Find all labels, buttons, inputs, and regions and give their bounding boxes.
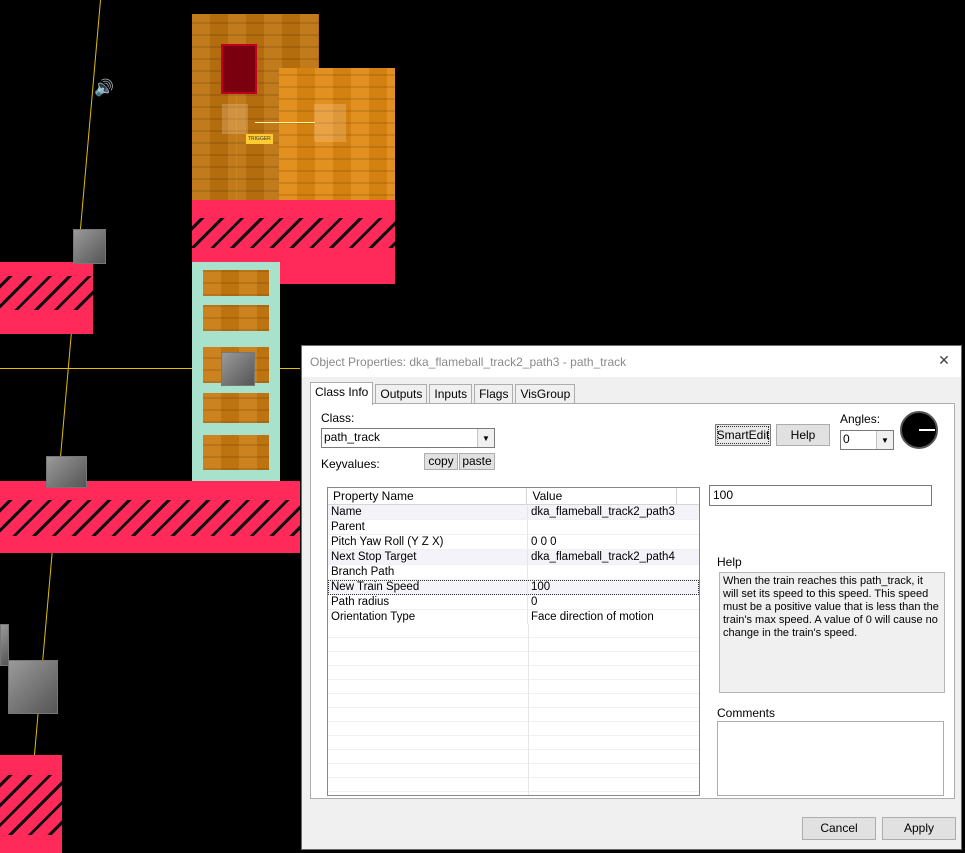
- speaker-icon[interactable]: 🔊: [94, 78, 116, 98]
- property-name: Path radius: [328, 595, 528, 609]
- red-cube[interactable]: [221, 44, 257, 94]
- help-text: When the train reaches this path_track, …: [719, 572, 945, 693]
- property-name: Branch Path: [328, 565, 528, 579]
- property-value: 0 0 0: [531, 536, 557, 548]
- path-track-cube[interactable]: [46, 456, 87, 488]
- ghost-cube-left: [222, 104, 248, 134]
- ghost-cube-right: [314, 104, 346, 142]
- help-button[interactable]: Help: [776, 424, 830, 446]
- property-name: Parent: [328, 520, 528, 534]
- property-value: [528, 565, 678, 579]
- dialog-titlebar[interactable]: Object Properties: dka_flameball_track2_…: [302, 346, 961, 377]
- guide-line-diagonal: [25, 0, 101, 853]
- close-icon[interactable]: ✕: [935, 351, 953, 369]
- angle-dial[interactable]: [900, 411, 938, 449]
- table-row-selected[interactable]: New Train Speed 100: [328, 580, 699, 595]
- table-row[interactable]: Path radius 0: [328, 595, 699, 610]
- path-track-cube[interactable]: [8, 660, 58, 714]
- property-name: Pitch Yaw Roll (Y Z X): [328, 535, 528, 549]
- class-select[interactable]: path_track ▼: [321, 428, 495, 448]
- tab-class-info[interactable]: Class Info: [310, 382, 374, 405]
- value-input[interactable]: 100: [709, 485, 932, 506]
- angles-select-value: 0: [843, 432, 850, 446]
- property-value: 0: [531, 596, 538, 608]
- property-name: New Train Speed: [328, 580, 528, 594]
- property-name: Name: [328, 505, 528, 519]
- class-label: Class:: [321, 411, 355, 425]
- paste-button[interactable]: paste: [459, 453, 495, 470]
- trigger-column-cell-1: [203, 270, 269, 296]
- tab-bar: Class Info Outputs Inputs Flags VisGroup: [310, 382, 577, 405]
- chevron-down-icon: ▼: [876, 431, 893, 449]
- copy-button[interactable]: copy: [424, 453, 458, 470]
- tab-flags[interactable]: Flags: [474, 384, 514, 404]
- comments-field[interactable]: [717, 721, 944, 796]
- apply-button[interactable]: Apply: [882, 817, 956, 840]
- table-row[interactable]: Parent: [328, 520, 699, 535]
- angles-select[interactable]: 0 ▼: [840, 430, 894, 450]
- tab-outputs[interactable]: Outputs: [375, 384, 428, 404]
- angles-label: Angles:: [840, 412, 881, 426]
- chevron-down-icon: ▼: [477, 429, 494, 447]
- smartedit-button[interactable]: SmartEdit: [715, 424, 771, 446]
- grid-header: Property Name Value: [328, 488, 699, 505]
- class-info-panel: Class: path_track ▼ Keyvalues: copy past…: [310, 403, 955, 799]
- comments-label: Comments: [717, 706, 776, 720]
- platform-upper-lip[interactable]: [279, 262, 395, 284]
- class-select-value: path_track: [324, 430, 381, 444]
- property-name: Next Stop Target: [328, 550, 528, 564]
- table-row[interactable]: Name dka_flameball_track2_path3: [328, 505, 699, 520]
- table-row[interactable]: Orientation Type Face direction of motio…: [328, 610, 699, 625]
- angle-dial-needle: [919, 429, 935, 431]
- keyvalues-grid[interactable]: Property Name Value Name dka_flameball_t…: [327, 487, 700, 796]
- keyvalues-label: Keyvalues:: [321, 457, 380, 471]
- path-track-cube[interactable]: [0, 624, 9, 666]
- property-value: dka_flameball_track2_path4: [531, 551, 675, 563]
- table-row[interactable]: Next Stop Target dka_flameball_track2_pa…: [328, 550, 699, 565]
- platform-bottom-pattern: [0, 775, 62, 835]
- property-value: dka_flameball_track2_path3: [531, 506, 675, 518]
- object-properties-dialog: Object Properties: dka_flameball_track2_…: [301, 345, 962, 850]
- help-label: Help: [717, 555, 742, 569]
- column-header-value[interactable]: Value: [527, 488, 678, 504]
- property-value: 100: [531, 581, 551, 593]
- table-row[interactable]: Branch Path: [328, 565, 699, 580]
- grid-empty-area: [328, 624, 699, 795]
- trigger-column-cell-5: [203, 435, 269, 470]
- platform-left-upper-pattern: [0, 276, 93, 310]
- property-name: Orientation Type: [328, 610, 528, 624]
- column-header-extra: [677, 488, 699, 504]
- tab-inputs[interactable]: Inputs: [429, 384, 473, 404]
- table-row[interactable]: Pitch Yaw Roll (Y Z X) 0 0 0: [328, 535, 699, 550]
- property-value: [528, 520, 678, 534]
- platform-upper-pattern: [192, 218, 395, 248]
- path-track-cube-selected[interactable]: [221, 352, 255, 386]
- trigger-column-cell-2: [203, 305, 269, 331]
- grid-column-divider: [528, 624, 529, 795]
- tab-visgroup[interactable]: VisGroup: [515, 384, 576, 404]
- property-value: Face direction of motion: [531, 611, 654, 623]
- cancel-button[interactable]: Cancel: [802, 817, 876, 840]
- column-header-property-name[interactable]: Property Name: [328, 488, 528, 504]
- dialog-title: Object Properties: dka_flameball_track2_…: [310, 354, 627, 369]
- connector-line: [255, 122, 315, 123]
- trigger-label: TRIGGER: [246, 134, 273, 144]
- path-track-cube[interactable]: [73, 229, 106, 264]
- platform-middle-pattern: [0, 500, 300, 536]
- trigger-column-cell-4: [203, 393, 269, 423]
